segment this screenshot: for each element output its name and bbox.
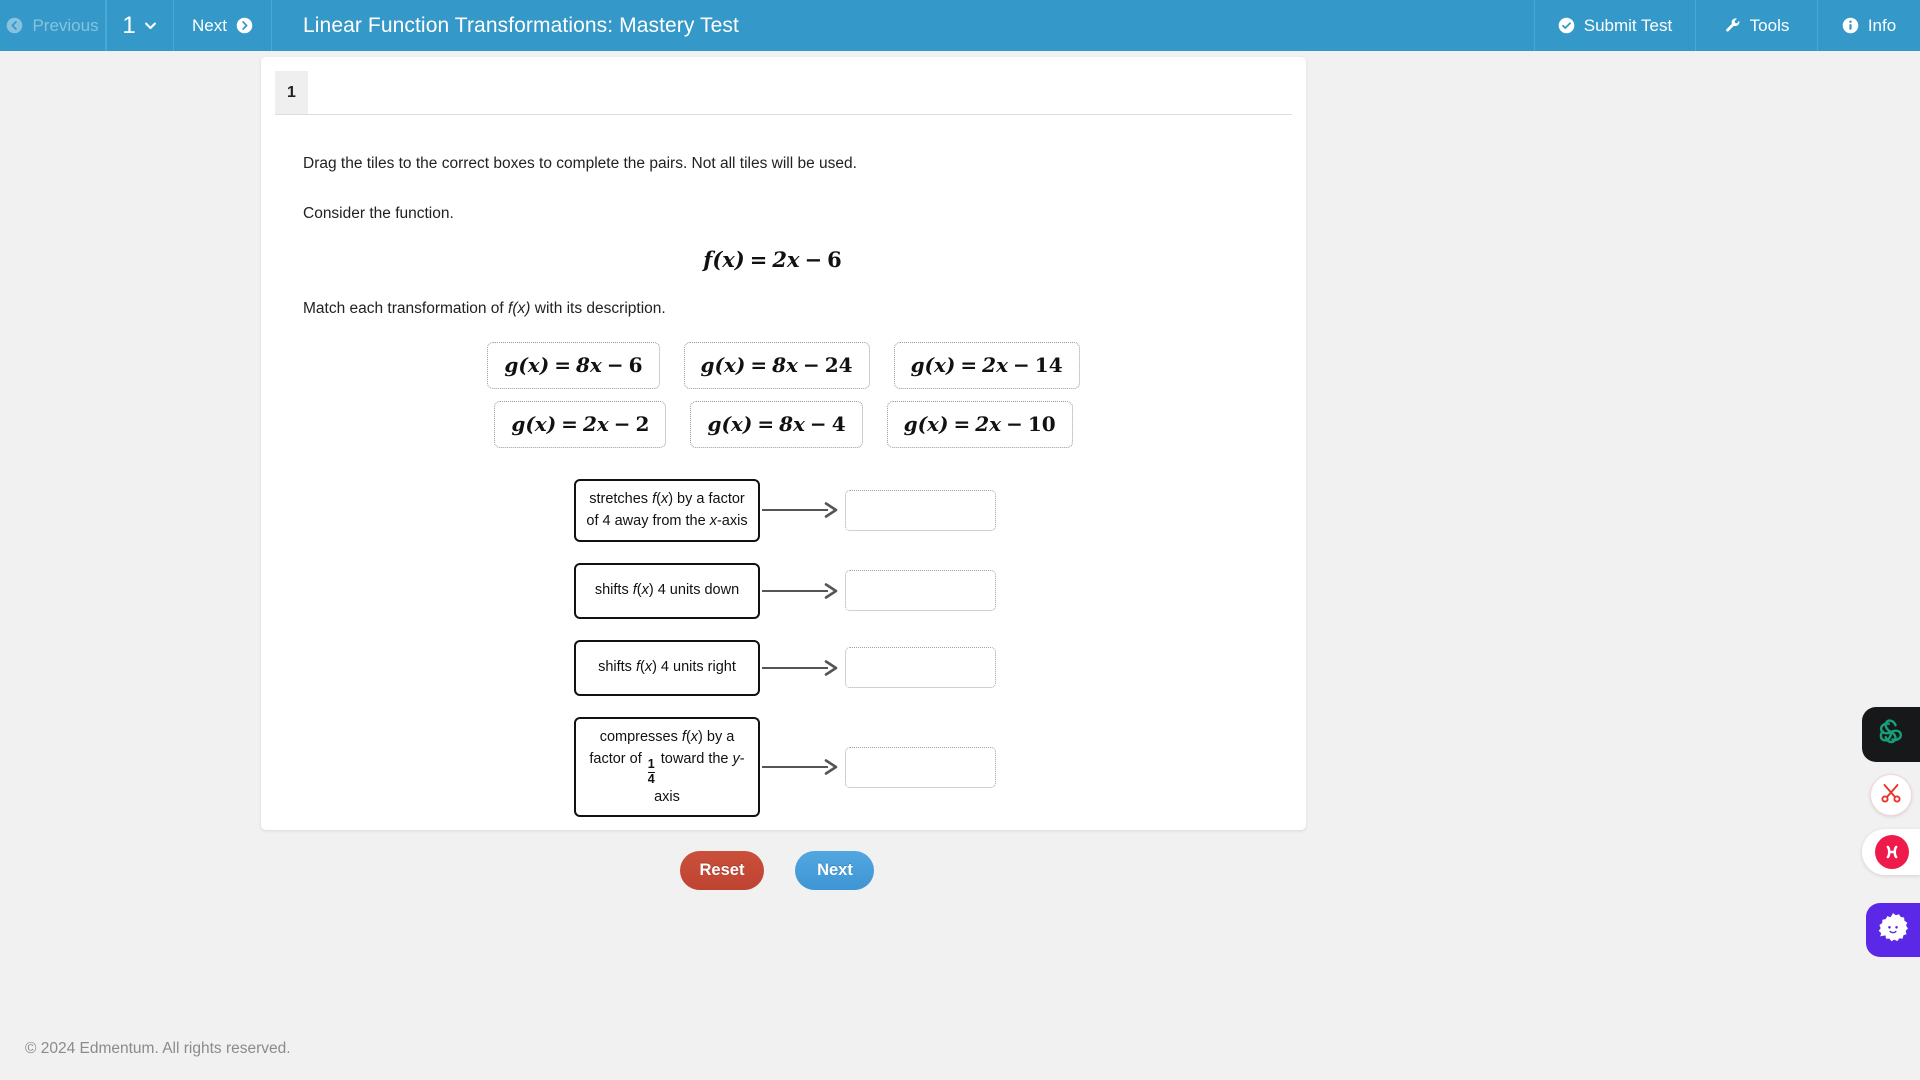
pinwheel-icon <box>1873 714 1909 755</box>
match-row: shifts f(x) 4 units right <box>574 639 1306 696</box>
description-tile: stretches f(x) by a factor of 4 away fro… <box>574 478 760 542</box>
question-body: Drag the tiles to the correct boxes to c… <box>261 129 1306 891</box>
previous-button[interactable]: Previous <box>0 0 106 51</box>
tile-lhs: g(x) <box>903 412 949 437</box>
tile-term: 8x <box>772 353 798 378</box>
next-question-button[interactable]: Next <box>795 851 875 891</box>
tile-term: 8x <box>779 412 805 437</box>
page-number-dropdown[interactable]: 1 <box>106 0 174 51</box>
tile-constant: 24 <box>824 353 853 378</box>
info-label: Info <box>1867 15 1897 35</box>
tile-row-2: g(x) = 2x −2 g(x) = 8x −4 g(x) = 2x −10 <box>494 400 1073 448</box>
circle-check-icon <box>1558 17 1575 34</box>
chevron-down-icon <box>143 18 158 33</box>
draggable-tile[interactable]: g(x) = 8x −24 <box>683 341 870 389</box>
top-navigation-bar: Previous 1 Next Linear Function Transfor… <box>0 0 1920 51</box>
pinwheel-extension-button[interactable] <box>1862 707 1920 762</box>
description-tile: compresses f(x) by a factor of 14 toward… <box>574 716 760 818</box>
submit-test-button[interactable]: Submit Test <box>1534 0 1695 51</box>
draggable-tile[interactable]: g(x) = 2x −14 <box>893 341 1080 389</box>
arrow-connector <box>760 581 843 601</box>
tile-constant: 2 <box>635 412 650 437</box>
drop-target[interactable] <box>845 647 996 689</box>
match-instruction-after: with its description. <box>530 299 666 317</box>
circle-arrow-right-icon <box>236 17 253 34</box>
draggable-tile[interactable]: g(x) = 2x −10 <box>886 400 1073 448</box>
drop-target[interactable] <box>845 570 996 612</box>
info-button[interactable]: Info <box>1817 0 1920 51</box>
match-instruction-before: Match each transformation of <box>303 299 509 317</box>
description-tile: shifts f(x) 4 units down <box>574 562 760 619</box>
match-row: stretches f(x) by a factor of 4 away fro… <box>574 478 1306 542</box>
page-number-value: 1 <box>122 11 136 39</box>
circle-arrow-left-icon <box>6 17 23 34</box>
match-instruction: Match each transformation of f(x) with i… <box>303 299 1306 320</box>
function-term: 2x <box>772 246 800 272</box>
cross-badge-icon <box>1875 835 1909 869</box>
arrow-connector <box>760 658 843 678</box>
scissors-extension-button[interactable] <box>1870 774 1912 816</box>
arrow-connector <box>760 757 843 777</box>
drag-instruction: Drag the tiles to the correct boxes to c… <box>303 155 857 172</box>
tile-constant: 14 <box>1034 353 1063 378</box>
tile-constant: 4 <box>831 412 846 437</box>
tools-button[interactable]: Tools <box>1695 0 1817 51</box>
cross-badge-extension-button[interactable] <box>1862 829 1920 875</box>
gear-face-icon <box>1876 911 1910 950</box>
reset-button[interactable]: Reset <box>679 851 765 891</box>
previous-label: Previous <box>32 15 99 35</box>
draggable-tile[interactable]: g(x) = 8x −4 <box>690 400 863 448</box>
draggable-tile[interactable]: g(x) = 8x −6 <box>487 341 660 389</box>
function-lhs: f(x) <box>703 246 745 272</box>
tile-constant: 10 <box>1027 412 1056 437</box>
header-actions: Submit Test Tools Info <box>1534 0 1920 51</box>
function-constant: 6 <box>827 246 842 272</box>
tile-constant: 6 <box>628 353 643 378</box>
tile-term: 8x <box>575 353 602 378</box>
next-label: Next <box>192 15 227 35</box>
question-header: 1 <box>275 71 1292 115</box>
tile-bank: g(x) = 8x −6 g(x) = 8x −24 g(x) = 2x −14 g(x) = 2x −… <box>261 341 1306 448</box>
match-row: shifts f(x) 4 units down <box>574 562 1306 619</box>
tile-term: 2x <box>982 353 1009 378</box>
match-instruction-fx: f(x) <box>508 299 531 317</box>
drop-target[interactable] <box>845 746 996 788</box>
submit-test-label: Submit Test <box>1583 15 1673 35</box>
gear-face-extension-button[interactable] <box>1866 903 1920 957</box>
tile-lhs: g(x) <box>504 353 550 378</box>
tile-term: 2x <box>975 412 1002 437</box>
question-number-badge: 1 <box>275 71 308 114</box>
page-title: Linear Function Transformations: Mastery… <box>303 13 739 37</box>
wrench-icon <box>1724 17 1741 34</box>
scissors-icon <box>1879 781 1903 810</box>
tile-row-1: g(x) = 8x −6 g(x) = 8x −24 g(x) = 2x −14 <box>487 341 1080 389</box>
next-button[interactable]: Next <box>174 0 272 51</box>
action-buttons: Reset Next <box>261 851 1306 891</box>
match-pairs-list: stretches f(x) by a factor of 4 away fro… <box>261 478 1306 818</box>
footer-copyright: © 2024 Edmentum. All rights reserved. <box>25 1040 291 1057</box>
draggable-tile[interactable]: g(x) = 2x −2 <box>494 400 667 448</box>
function-minus: − <box>804 246 823 272</box>
description-tile: shifts f(x) 4 units right <box>574 639 760 696</box>
browser-extension-widgets <box>1858 707 1920 957</box>
tile-lhs: g(x) <box>910 353 956 378</box>
function-definition: f(x) = 2x −6 <box>261 247 1306 272</box>
tile-lhs: g(x) <box>707 412 753 437</box>
drop-target[interactable] <box>845 489 996 531</box>
tile-term: 2x <box>582 412 609 437</box>
tile-lhs: g(x) <box>700 353 746 378</box>
tools-label: Tools <box>1749 15 1790 35</box>
arrow-connector <box>760 500 843 520</box>
function-equals: = <box>749 246 768 272</box>
question-card: 1 Drag the tiles to the correct boxes to… <box>261 57 1306 891</box>
consider-function-text: Consider the function. <box>303 204 454 222</box>
tile-lhs: g(x) <box>511 412 557 437</box>
match-row: compresses f(x) by a factor of 14 toward… <box>574 716 1306 818</box>
circle-info-icon <box>1842 17 1859 34</box>
